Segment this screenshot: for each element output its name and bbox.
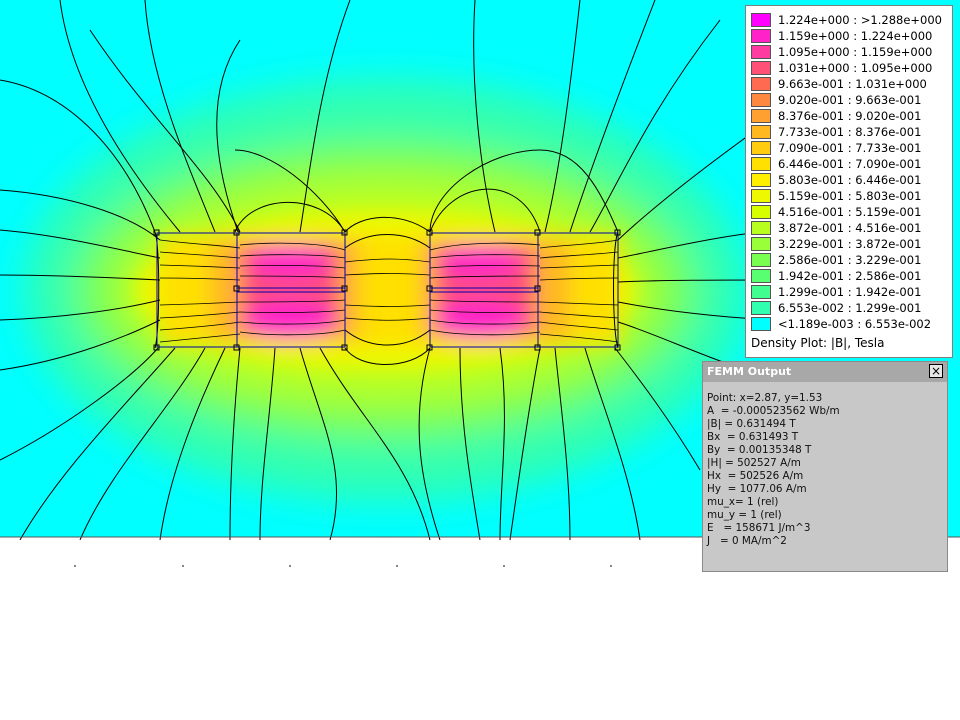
- legend-swatch: [751, 253, 771, 267]
- legend-row: 3.872e-001 : 4.516e-001: [751, 220, 951, 236]
- legend-row: 1.942e-001 : 2.586e-001: [751, 268, 951, 284]
- axis-tick: [182, 565, 184, 567]
- legend-label: 5.803e-001 : 6.446e-001: [778, 173, 922, 187]
- legend-row: 9.020e-001 : 9.663e-001: [751, 92, 951, 108]
- legend-title: Density Plot: |B|, Tesla: [751, 336, 885, 350]
- legend-row: 1.224e+000 : >1.288e+000: [751, 12, 951, 28]
- legend-label: 1.299e-001 : 1.942e-001: [778, 285, 922, 299]
- legend-row: 4.516e-001 : 5.159e-001: [751, 204, 951, 220]
- legend-label: 3.872e-001 : 4.516e-001: [778, 221, 922, 235]
- legend-label: 1.031e+000 : 1.095e+000: [778, 61, 933, 75]
- legend-label: 9.020e-001 : 9.663e-001: [778, 93, 922, 107]
- femm-output-window[interactable]: FEMM Output × Point: x=2.87, y=1.53 A = -…: [702, 361, 948, 572]
- legend-swatch: [751, 141, 771, 155]
- legend-row: 2.586e-001 : 3.229e-001: [751, 252, 951, 268]
- legend-swatch: [751, 77, 771, 91]
- legend-row: 3.229e-001 : 3.872e-001: [751, 236, 951, 252]
- legend-label: 5.159e-001 : 5.803e-001: [778, 189, 922, 203]
- legend-label: 1.095e+000 : 1.159e+000: [778, 45, 933, 59]
- axis-tick: [610, 565, 612, 567]
- femm-output-line: Hx = 502526 A/m: [707, 470, 804, 482]
- legend-swatch: [751, 45, 771, 59]
- legend-row: 9.663e-001 : 1.031e+000: [751, 76, 951, 92]
- legend-label: 1.159e+000 : 1.224e+000: [778, 29, 933, 43]
- axis-tick: [503, 565, 505, 567]
- legend-row: 1.299e-001 : 1.942e-001: [751, 284, 951, 300]
- legend-label: 1.224e+000 : >1.288e+000: [778, 13, 942, 27]
- legend-label: 7.090e-001 : 7.733e-001: [778, 141, 922, 155]
- legend-swatch: [751, 205, 771, 219]
- femm-output-line: E = 158671 J/m^3: [707, 522, 811, 534]
- legend-swatch: [751, 61, 771, 75]
- legend-swatch: [751, 29, 771, 43]
- femm-output-line: Point: x=2.87, y=1.53: [707, 392, 823, 404]
- legend-label: 1.942e-001 : 2.586e-001: [778, 269, 922, 283]
- femm-output-line: J = 0 MA/m^2: [707, 535, 787, 547]
- legend-label: <1.189e-003 : 6.553e-002: [778, 317, 932, 331]
- legend-row: 6.553e-002 : 1.299e-001: [751, 300, 951, 316]
- legend-swatch: [751, 285, 771, 299]
- legend-label: 9.663e-001 : 1.031e+000: [778, 77, 927, 91]
- legend-label: 6.446e-001 : 7.090e-001: [778, 157, 922, 171]
- legend-row: 5.159e-001 : 5.803e-001: [751, 188, 951, 204]
- legend-swatch: [751, 189, 771, 203]
- legend-row: 1.159e+000 : 1.224e+000: [751, 28, 951, 44]
- legend-label: 4.516e-001 : 5.159e-001: [778, 205, 922, 219]
- legend-swatch: [751, 301, 771, 315]
- legend-row: 6.446e-001 : 7.090e-001: [751, 156, 951, 172]
- legend-row: 7.090e-001 : 7.733e-001: [751, 140, 951, 156]
- legend-label: 8.376e-001 : 9.020e-001: [778, 109, 922, 123]
- femm-output-title: FEMM Output: [707, 365, 792, 378]
- legend-row: <1.189e-003 : 6.553e-002: [751, 316, 951, 332]
- close-icon[interactable]: ×: [929, 364, 943, 378]
- axis-tick: [396, 565, 398, 567]
- femm-output-line: |H| = 502527 A/m: [707, 457, 801, 469]
- legend-swatch: [751, 317, 771, 331]
- femm-output-line: A = -0.000523562 Wb/m: [707, 405, 840, 417]
- density-legend: Density Plot: |B|, Tesla 1.224e+000 : >1…: [745, 5, 953, 358]
- legend-label: 3.229e-001 : 3.872e-001: [778, 237, 922, 251]
- femm-output-line: Hy = 1077.06 A/m: [707, 483, 807, 495]
- legend-swatch: [751, 173, 771, 187]
- axis-tick: [289, 565, 291, 567]
- field-core: [135, 210, 635, 370]
- legend-swatch: [751, 157, 771, 171]
- legend-swatch: [751, 237, 771, 251]
- legend-row: 8.376e-001 : 9.020e-001: [751, 108, 951, 124]
- femm-output-line: mu_y = 1 (rel): [707, 509, 782, 521]
- legend-row: 5.803e-001 : 6.446e-001: [751, 172, 951, 188]
- femm-output-line: Bx = 0.631493 T: [707, 431, 799, 443]
- legend-swatch: [751, 109, 771, 123]
- legend-row: 7.733e-001 : 8.376e-001: [751, 124, 951, 140]
- legend-label: 2.586e-001 : 3.229e-001: [778, 253, 922, 267]
- femm-output-text: Point: x=2.87, y=1.53 A = -0.000523562 Wb…: [707, 392, 840, 548]
- legend-row: 1.031e+000 : 1.095e+000: [751, 60, 951, 76]
- legend-swatch: [751, 221, 771, 235]
- legend-swatch: [751, 93, 771, 107]
- femm-output-titlebar[interactable]: FEMM Output ×: [703, 362, 947, 382]
- legend-swatch: [751, 125, 771, 139]
- legend-swatch: [751, 269, 771, 283]
- legend-label: 6.553e-002 : 1.299e-001: [778, 301, 922, 315]
- legend-label: 7.733e-001 : 8.376e-001: [778, 125, 922, 139]
- legend-swatch: [751, 13, 771, 27]
- axis-tick: [74, 565, 76, 567]
- legend-row: 1.095e+000 : 1.159e+000: [751, 44, 951, 60]
- femm-output-line: mu_x= 1 (rel): [707, 496, 779, 508]
- femm-output-line: By = 0.00135348 T: [707, 444, 812, 456]
- femm-output-line: |B| = 0.631494 T: [707, 418, 796, 430]
